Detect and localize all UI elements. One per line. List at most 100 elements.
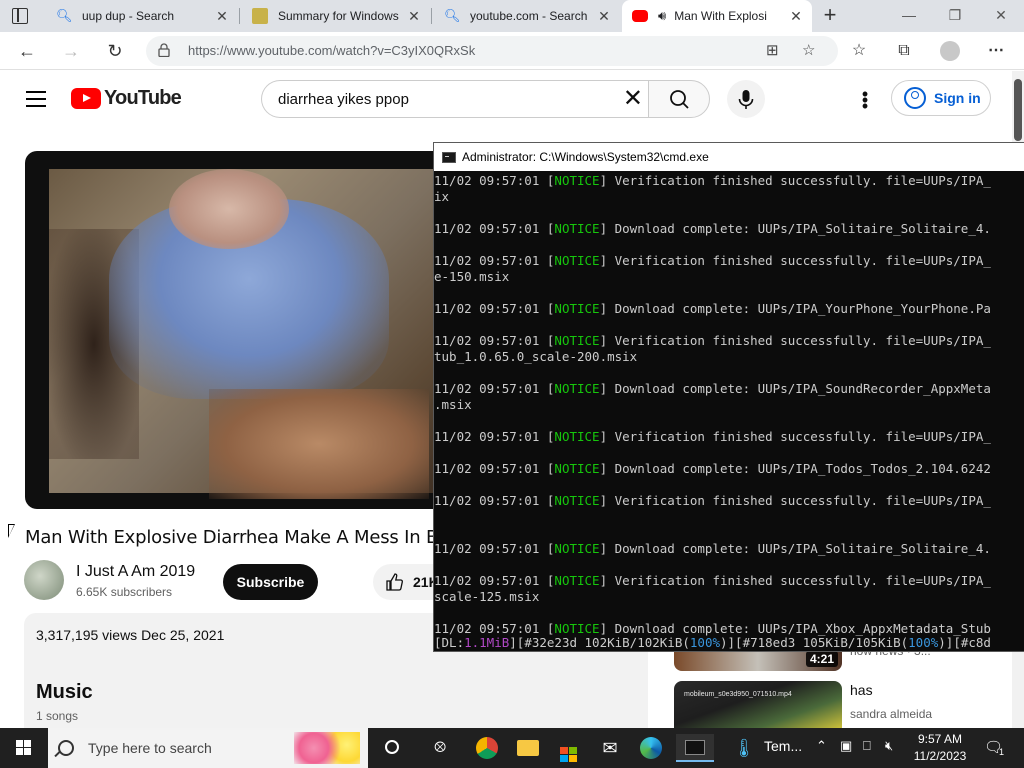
tab-actions-icon[interactable] xyxy=(12,8,28,24)
tab-youtube-search[interactable]: 🔍︎ youtube.com - Search ✕ xyxy=(434,0,620,32)
console-line-message: ] Download complete: UUPs/IPA_YourPhone_… xyxy=(599,301,991,316)
account-icon xyxy=(904,87,926,109)
console-line: 11/02 09:57:01 [NOTICE] Verification fin… xyxy=(434,333,1024,349)
system-clock[interactable]: 9:57 AM 11/2/2023 xyxy=(900,731,980,765)
console-line-prefix: ix xyxy=(434,189,450,204)
search-icon: 🔍︎ xyxy=(56,8,73,23)
meet-now-icon[interactable]: ▣ xyxy=(840,738,852,754)
terminal-icon[interactable] xyxy=(676,734,714,762)
console-line: 11/02 09:57:01 [NOTICE] Download complet… xyxy=(434,221,1024,237)
recommended-thumbnail[interactable]: mobileum_s0e3d950_071510.mp4 xyxy=(674,681,842,728)
notice-level: NOTICE xyxy=(554,541,600,556)
address-bar[interactable]: https://www.youtube.com/watch?v=C3yIX0QR… xyxy=(146,36,838,66)
lock-icon[interactable] xyxy=(158,43,170,57)
close-window-button[interactable]: ✕ xyxy=(978,0,1024,32)
console-output[interactable]: 11/02 09:57:01 [NOTICE] Verification fin… xyxy=(434,173,1024,651)
status-segment: )][#718ed3 105KiB/105KiB( xyxy=(720,635,909,650)
search-icon: 🔍︎ xyxy=(444,8,461,23)
weather-text[interactable]: Tem... xyxy=(764,738,802,754)
new-tab-button[interactable]: + xyxy=(818,4,842,28)
task-view-icon[interactable]: ⮾ xyxy=(426,734,454,762)
notice-level: NOTICE xyxy=(554,621,600,636)
clock-date: 11/2/2023 xyxy=(913,749,967,763)
console-line-prefix: .msix xyxy=(434,397,472,412)
back-arrow-icon[interactable]: ← xyxy=(14,38,40,64)
chevron-up-icon[interactable]: ⌃ xyxy=(816,738,827,754)
sign-in-button[interactable]: Sign in xyxy=(891,80,991,116)
restore-button[interactable]: ❐ xyxy=(932,0,978,32)
browser-tab-strip: 🔍︎ uup dup - Search ✕ Summary for Window… xyxy=(0,0,1024,32)
notice-level: NOTICE xyxy=(554,493,600,508)
channel-avatar[interactable] xyxy=(24,560,64,600)
recommended-channel[interactable]: sandra almeida xyxy=(850,707,932,721)
tab-uup-dup-search[interactable]: 🔍︎ uup dup - Search ✕ xyxy=(46,0,238,32)
console-line-prefix: 11/02 09:57:01 [ xyxy=(434,573,555,588)
notice-level: NOTICE xyxy=(554,221,600,236)
channel-name[interactable]: I Just A Am 2019 xyxy=(76,563,195,581)
windows-taskbar: Type here to search ⮾ ✉︎ 🌡︎ Tem... ⌃ ▣ ⎕… xyxy=(0,728,1024,768)
store-icon[interactable] xyxy=(554,734,582,762)
menu-hamburger-icon[interactable] xyxy=(26,91,46,107)
console-line: 11/02 09:57:01 [NOTICE] Verification fin… xyxy=(434,173,1024,189)
status-segment: ][#32e23d 102KiB/102KiB( xyxy=(509,635,690,650)
speaker-icon[interactable]: 🔊︎ xyxy=(658,8,666,24)
profile-avatar[interactable] xyxy=(940,41,960,61)
console-line-message: ] Verification finished successfully. fi… xyxy=(599,333,991,348)
video-player[interactable] xyxy=(25,151,445,509)
settings-kebab-icon[interactable]: • • • xyxy=(858,85,872,115)
tab-youtube-video[interactable]: 🔊︎ Man With Explosi ✕ xyxy=(622,0,812,32)
notice-level: NOTICE xyxy=(554,429,600,444)
refresh-icon[interactable]: ↻ xyxy=(102,38,128,64)
subscribe-button[interactable]: Subscribe xyxy=(223,564,318,600)
close-tab-icon[interactable]: ✕ xyxy=(404,8,424,25)
close-tab-icon[interactable]: ✕ xyxy=(212,8,232,25)
youtube-logo[interactable]: YouTube xyxy=(71,87,182,110)
status-percent: 100% xyxy=(908,635,939,650)
file-explorer-icon[interactable] xyxy=(514,734,542,762)
console-line: 11/02 09:57:01 [NOTICE] Download complet… xyxy=(434,301,1024,317)
more-options-icon[interactable]: ⋯ xyxy=(985,40,1007,62)
forward-arrow-icon[interactable]: → xyxy=(58,38,84,64)
mail-icon[interactable]: ✉︎ xyxy=(596,734,624,762)
taskbar-search-box[interactable]: Type here to search xyxy=(48,728,368,768)
console-line-prefix: scale-125.msix xyxy=(434,589,540,604)
weather-icon[interactable]: 🌡︎ xyxy=(730,734,758,762)
recommended-title[interactable]: has xyxy=(850,682,873,698)
search-input[interactable]: diarrhea yikes ppop ✕ xyxy=(261,80,649,118)
windows-start-icon[interactable] xyxy=(16,740,32,756)
clear-search-icon[interactable]: ✕ xyxy=(623,85,643,113)
search-button[interactable] xyxy=(648,80,710,118)
notice-level: NOTICE xyxy=(554,573,600,588)
add-favorite-icon[interactable]: ☆ xyxy=(802,41,815,59)
search-icon xyxy=(670,90,689,109)
favorites-icon[interactable]: ☆ xyxy=(848,40,870,62)
views-and-date: 3,317,195 views Dec 25, 2021 xyxy=(36,627,225,643)
notice-level: NOTICE xyxy=(554,173,600,188)
mouse-cursor-icon xyxy=(8,524,15,538)
console-line-prefix: 11/02 09:57:01 [ xyxy=(434,333,555,348)
cortana-icon[interactable] xyxy=(378,734,406,762)
tab-summary-windows[interactable]: Summary for Windows ✕ xyxy=(242,0,430,32)
network-icon[interactable]: ⎕ xyxy=(863,738,871,754)
notification-count: 1 xyxy=(999,747,1005,757)
volume-muted-icon[interactable]: 🔇︎ xyxy=(885,738,893,754)
voice-search-button[interactable] xyxy=(727,80,765,118)
uupdump-icon xyxy=(252,8,268,24)
cmd-titlebar[interactable]: Administrator: C:\Windows\System32\cmd.e… xyxy=(434,143,1024,171)
chrome-icon[interactable] xyxy=(473,734,501,762)
console-line: scale-125.msix xyxy=(434,589,1024,605)
close-tab-icon[interactable]: ✕ xyxy=(786,8,806,25)
edge-icon[interactable] xyxy=(637,734,665,762)
notice-level: NOTICE xyxy=(554,301,600,316)
status-segment: )][#c8d xyxy=(938,635,991,650)
scrollbar-thumb[interactable] xyxy=(1014,79,1022,141)
app-available-icon[interactable]: ⊞ xyxy=(766,41,779,59)
cmd-window[interactable]: Administrator: C:\Windows\System32\cmd.e… xyxy=(433,142,1024,652)
youtube-icon xyxy=(632,10,648,22)
minimize-button[interactable]: — xyxy=(886,0,932,32)
close-tab-icon[interactable]: ✕ xyxy=(594,8,614,25)
collections-icon[interactable]: ⧉ xyxy=(893,40,915,62)
video-title: Man With Explosive Diarrhea Make A Mess … xyxy=(25,527,435,548)
